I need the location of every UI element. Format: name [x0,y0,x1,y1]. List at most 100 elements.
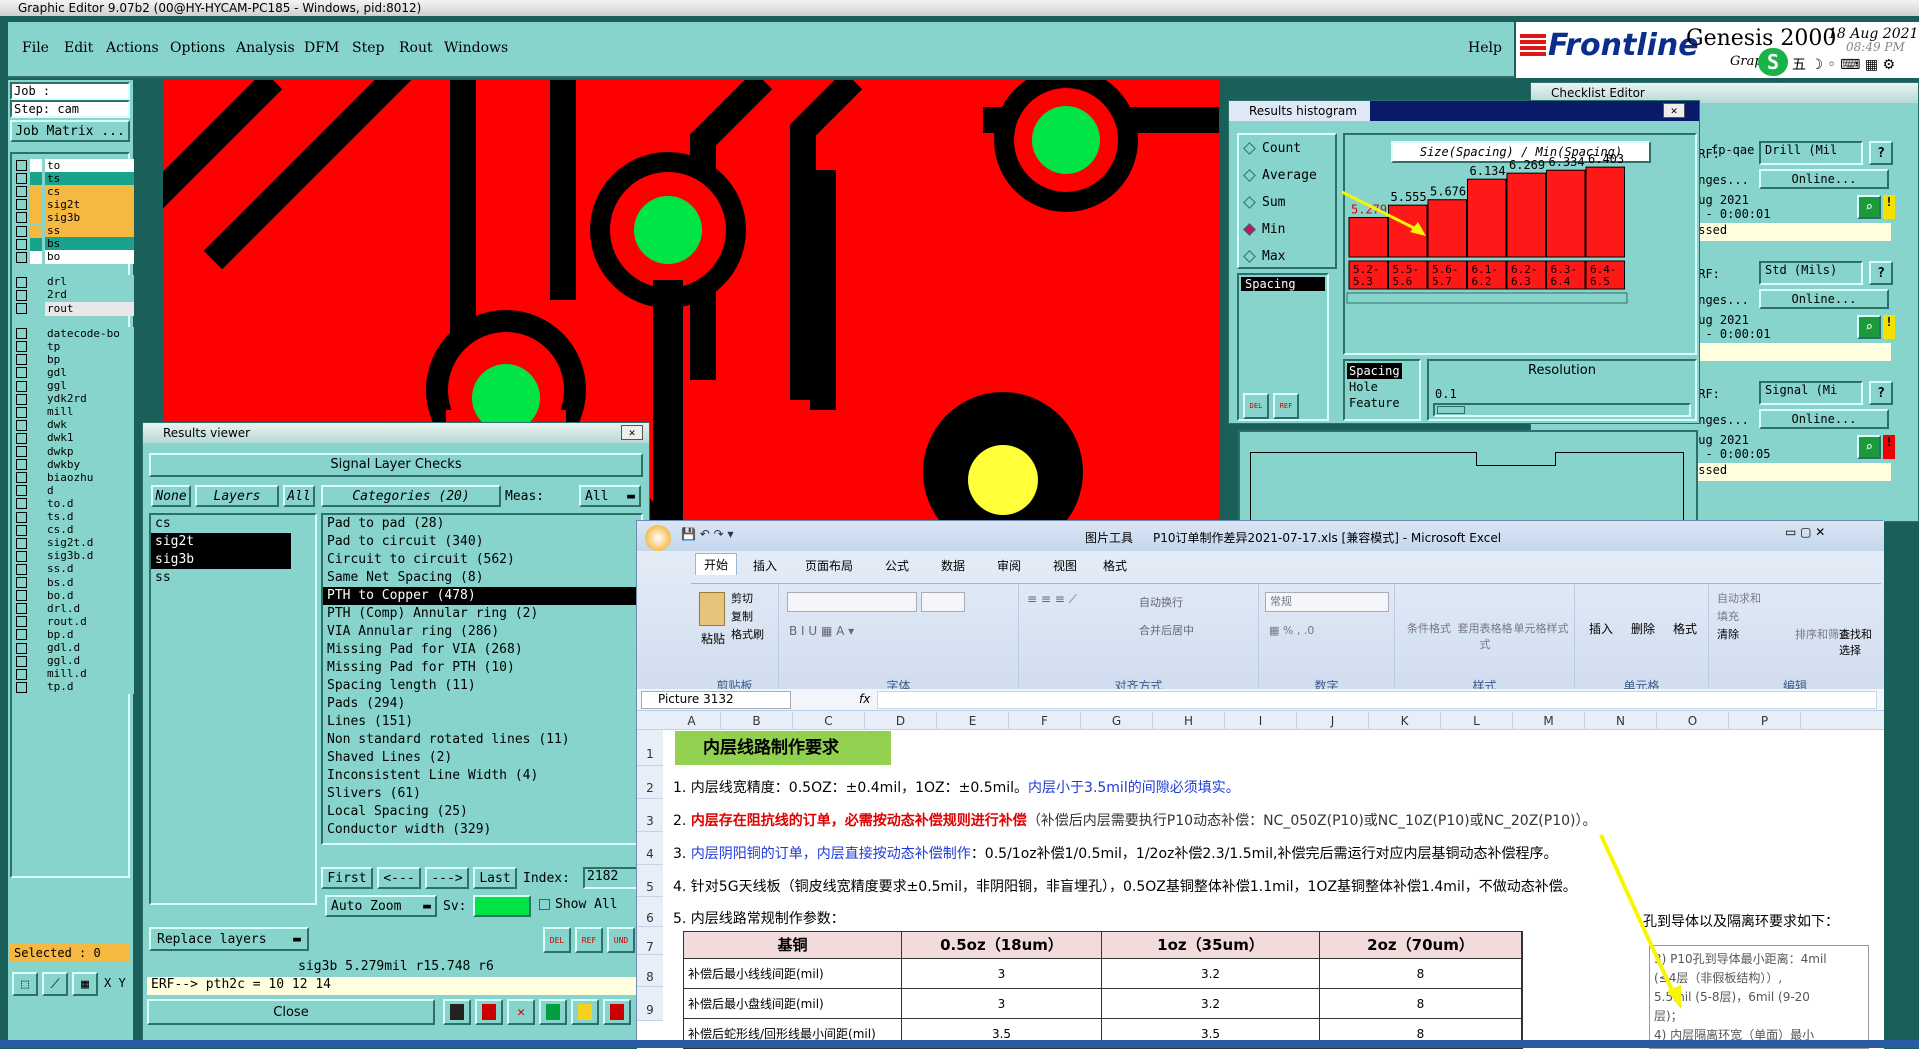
delete-cells-label[interactable]: 删除 [1623,620,1663,637]
row-header[interactable]: 1 [637,730,663,766]
menu-analysis[interactable]: Analysis [236,40,295,56]
layer-checkbox[interactable] [16,472,27,484]
show-all-checkbox[interactable] [539,899,550,910]
window-controls-icon[interactable]: ▭ ▢ ✕ [1785,525,1825,539]
layer-checkbox[interactable] [16,524,27,536]
sheet-line-3[interactable]: 3. 内层阴阳铜的订单，内层直接按动态补偿制作：0.5/1oz补偿1/0.5mi… [673,843,1557,863]
tool-icon-2[interactable] [475,999,503,1025]
number-icons[interactable]: ▦ % , .0 [1269,624,1314,637]
row-header[interactable]: 8 [637,955,663,987]
column-header[interactable]: L [1441,712,1513,730]
resolution-slider[interactable] [1433,403,1691,417]
column-header[interactable]: J [1297,712,1369,730]
column-header[interactable]: E [937,712,1009,730]
hist-del-button[interactable]: DEL [1243,393,1269,419]
erf-field[interactable]: Signal (Mi [1759,381,1863,405]
online-button[interactable]: Online... [1759,409,1889,429]
menu-help[interactable]: Help [1468,40,1502,56]
category-item[interactable]: Pads (294) [323,695,641,713]
column-header[interactable]: I [1225,712,1297,730]
category-item[interactable]: Missing Pad for PTH (10) [323,659,641,677]
hist-bar[interactable] [1585,166,1625,258]
category-item[interactable]: Pad to circuit (340) [323,533,641,551]
category-item[interactable]: Shaved Lines (2) [323,749,641,767]
layer-checkbox[interactable] [16,629,27,641]
table-header-cell[interactable]: 0.5oz（18um） [902,932,1102,958]
warning-icon[interactable]: ! [1883,195,1895,219]
row-header[interactable]: 3 [637,799,663,832]
column-header[interactable]: N [1585,712,1657,730]
column-header[interactable]: A [663,712,721,730]
layer-checkbox[interactable] [16,577,27,588]
help-button[interactable]: ? [1869,261,1893,285]
und-button[interactable]: UND [607,927,635,953]
ribbon-tab[interactable]: 公式 [885,557,909,574]
layer-checkbox[interactable] [16,642,27,654]
hist-option-max[interactable]: Max [1243,249,1285,264]
layer-row[interactable]: tp.d [16,680,134,695]
category-item[interactable]: Non standard rotated lines (11) [323,731,641,749]
table-cell[interactable]: 8 [1320,989,1522,1018]
table-cell[interactable]: 3 [902,959,1102,988]
row-header[interactable]: 4 [637,832,663,865]
layer-checkbox[interactable] [16,406,27,418]
menu-dfm[interactable]: DFM [304,40,339,56]
column-header[interactable]: H [1153,712,1225,730]
category-item[interactable]: Local Spacing (25) [323,803,641,821]
feature-type-item[interactable]: Feature [1347,395,1402,411]
column-header[interactable]: M [1513,712,1585,730]
warning-icon[interactable]: ! [1883,315,1895,339]
layer-checkbox[interactable] [16,681,27,693]
layer-checkbox[interactable] [16,537,27,549]
hist-bar[interactable] [1427,199,1467,258]
table-header-cell[interactable]: 2oz（70um） [1320,932,1522,958]
hist-scrollbar[interactable] [1346,292,1628,304]
cond-format-label[interactable]: 条件格式 [1401,620,1457,636]
table-header-cell[interactable]: 1oz（35um） [1102,932,1320,958]
layer-checkbox[interactable] [16,498,27,510]
row-header[interactable]: 7 [637,927,663,955]
cut-label[interactable]: 剪切 [731,590,753,606]
layer-checkbox[interactable] [16,289,27,301]
sheet-line-1[interactable]: 1. 内层线宽精度：0.5OZ：±0.4mil，1OZ：±0.5mil。内层小于… [673,777,1240,797]
office-button-icon[interactable] [645,525,671,551]
sheet-line-5[interactable]: 5. 内层线路常规制作参数： [673,908,845,928]
merge-label[interactable]: 合并后居中 [1139,622,1194,638]
cell-style-label[interactable]: 单元格样式 [1513,620,1569,636]
layer-checkbox[interactable] [16,616,27,628]
close-icon[interactable]: ✕ [1663,103,1685,118]
category-item[interactable]: Inconsistent Line Width (4) [323,767,641,785]
row-header[interactable]: 2 [637,766,663,799]
category-item[interactable]: VIA Annular ring (286) [323,623,641,641]
auto-zoom-dropdown[interactable]: Auto Zoom ▬ [325,895,437,917]
first-button[interactable]: First [321,867,373,889]
menu-rout[interactable]: Rout [399,40,433,56]
find-label[interactable]: 查找和选择 [1839,626,1881,658]
layer-checkbox[interactable] [16,563,27,575]
layer-checkbox[interactable] [16,303,27,314]
help-button[interactable]: ? [1869,381,1893,405]
row-header[interactable]: 6 [637,897,663,927]
layer-checkbox[interactable] [16,668,27,680]
layer-checkbox[interactable] [16,446,27,457]
feature-type-item[interactable]: Spacing [1347,363,1402,379]
layer-item[interactable]: sig2t [151,533,291,551]
menu-options[interactable]: Options [170,40,225,56]
layer-checkbox[interactable] [16,225,27,237]
category-item[interactable]: Pad to pad (28) [323,515,641,533]
param-table[interactable]: 基铜 0.5oz（18um） 1oz（35um） 2oz（70um） 补偿后最小线线间距… [683,931,1523,1049]
column-header[interactable]: K [1369,712,1441,730]
spacing-item[interactable]: Spacing [1241,277,1325,291]
layer-checkbox[interactable] [16,186,27,198]
column-header[interactable]: F [1009,712,1081,730]
column-header[interactable]: D [865,712,937,730]
layer-checkbox[interactable] [16,160,27,171]
tool-icon-3[interactable]: ✕ [507,999,535,1025]
font-size-input[interactable] [921,592,965,612]
ribbon-tab[interactable]: 格式 [1103,557,1127,574]
layer-checkbox[interactable] [16,432,27,444]
copy-label[interactable]: 复制 [731,608,753,624]
table-cell[interactable]: 3.2 [1102,989,1320,1018]
ribbon-tab[interactable]: 页面布局 [805,557,853,574]
clear-label[interactable]: 清除 [1717,626,1739,642]
